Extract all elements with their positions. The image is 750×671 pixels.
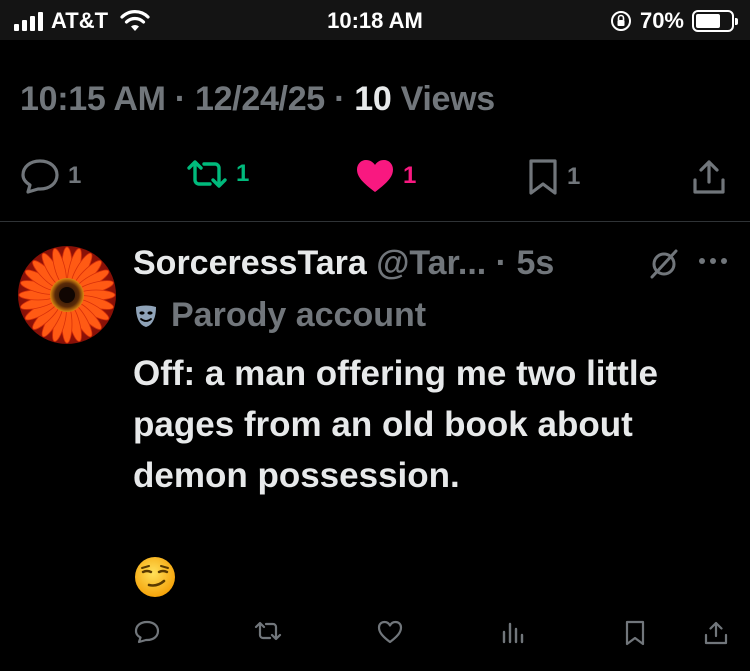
flower-avatar-image: [18, 246, 116, 344]
parody-label: Parody account: [133, 296, 426, 335]
bookmark-icon: [529, 159, 557, 195]
tweet-meta: 10:15 AM · 12/24/25 · 10 Views: [20, 80, 495, 119]
battery-icon: [692, 10, 738, 32]
reply-button[interactable]: 1: [20, 158, 81, 194]
repost-button[interactable]: 1: [186, 158, 249, 190]
status-bar: AT&T 10:18 AM 70%: [0, 0, 750, 40]
meta-separator: ·: [334, 80, 346, 118]
battery-percent: 70%: [639, 8, 684, 33]
avatar[interactable]: [18, 246, 116, 344]
tweet-date: 12/24/25: [194, 80, 325, 118]
share-icon[interactable]: [704, 620, 728, 646]
reply-icon: [21, 159, 59, 194]
divider: [0, 221, 750, 222]
bookmark-button[interactable]: 1: [527, 158, 580, 196]
heart-outline-icon[interactable]: [377, 620, 403, 644]
parody-text: Parody account: [171, 296, 427, 334]
display-name[interactable]: SorceressTara: [133, 244, 367, 282]
bookmark-count: 1: [567, 163, 581, 190]
share-button[interactable]: [692, 158, 726, 196]
status-right: 70%: [610, 8, 738, 34]
bookmark-icon[interactable]: [624, 620, 646, 646]
repost-icon: [187, 160, 227, 188]
reply-header: SorceressTara @Tar... · 5s: [133, 244, 554, 283]
theater-mask-icon: [136, 305, 156, 327]
tweet-time: 10:15 AM: [20, 80, 166, 118]
grok-icon[interactable]: [648, 248, 680, 280]
views-count[interactable]: 10: [354, 80, 392, 118]
more-options-icon[interactable]: [697, 256, 729, 266]
smirk-emoji: [135, 557, 175, 597]
reply-text: Off: a man offering me two little pages …: [133, 354, 659, 495]
user-handle[interactable]: @Tar...: [376, 244, 486, 282]
repost-icon[interactable]: [254, 620, 282, 642]
time-ago[interactable]: · 5s: [496, 244, 555, 282]
like-button[interactable]: 1: [355, 158, 416, 194]
views-analytics-icon[interactable]: [500, 620, 524, 644]
heart-icon: [357, 160, 393, 192]
battery-level: [696, 14, 720, 28]
repost-count: 1: [236, 160, 250, 187]
meta-separator: ·: [174, 80, 186, 118]
share-icon: [693, 160, 725, 194]
reply-count: 1: [68, 162, 82, 189]
like-count: 1: [403, 162, 417, 189]
tweet-actions: 1 1 1 1: [0, 158, 750, 204]
reply-icon[interactable]: [134, 620, 160, 644]
reply-actions: [0, 620, 750, 654]
orientation-lock-icon: [610, 11, 631, 31]
views-label[interactable]: Views: [401, 80, 496, 118]
